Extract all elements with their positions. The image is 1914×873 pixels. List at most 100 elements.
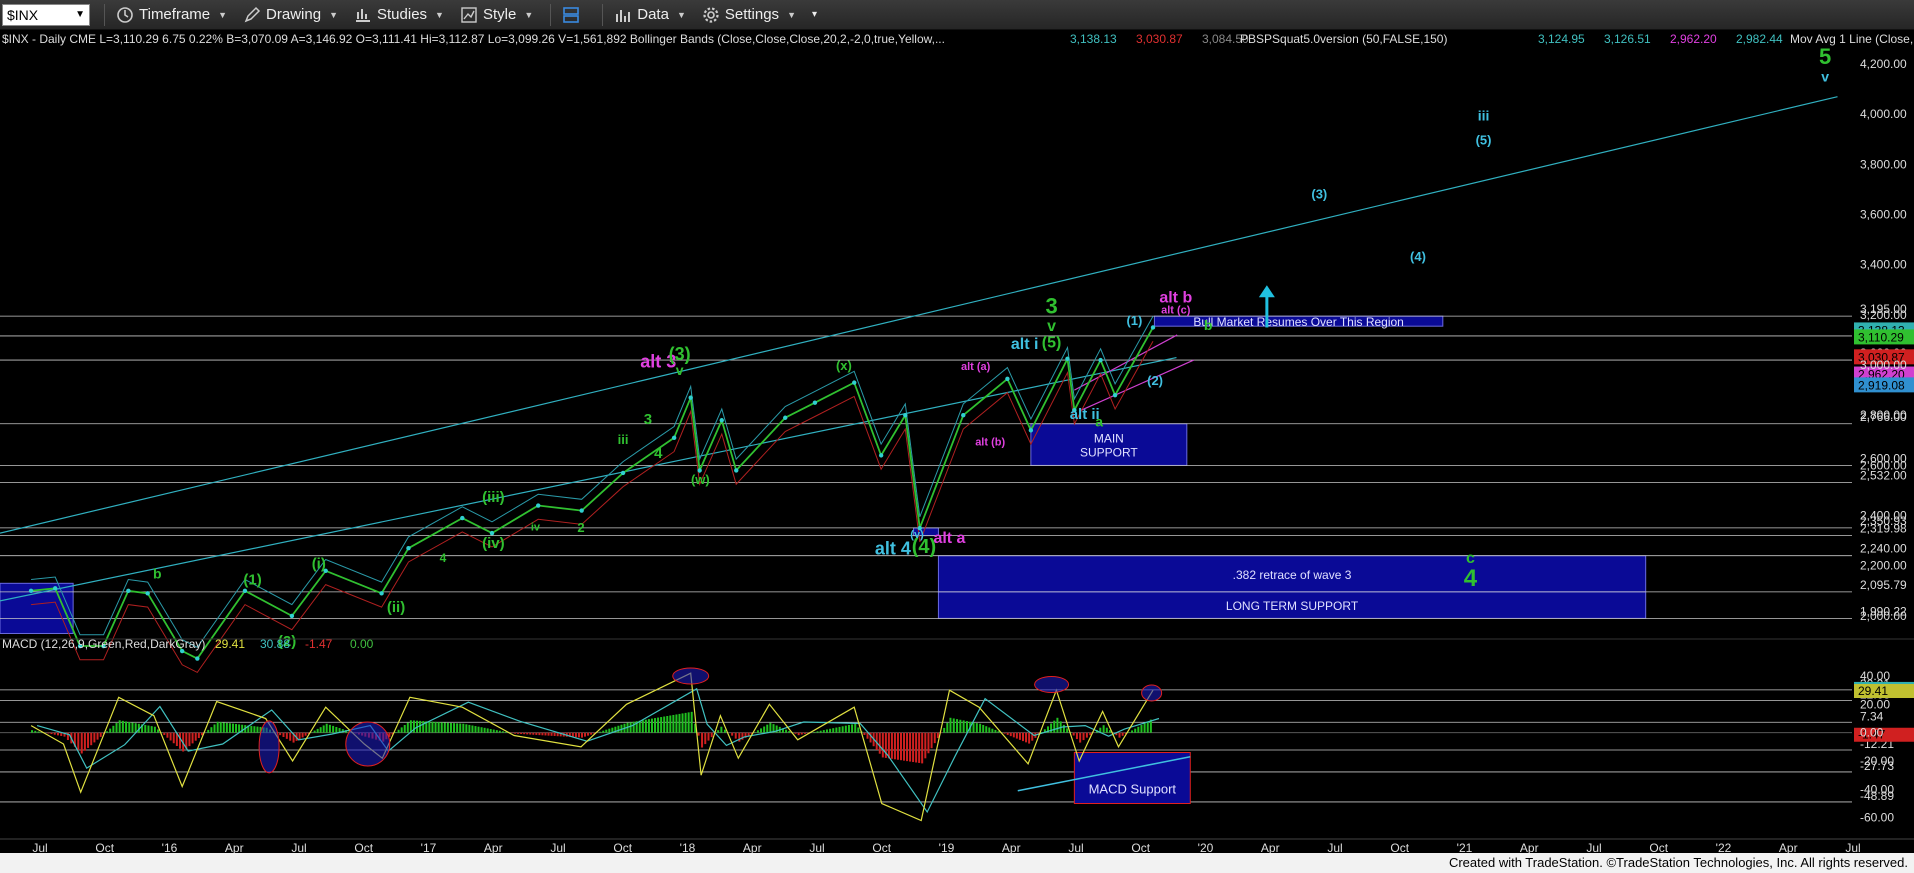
layout-button[interactable] [557, 2, 590, 28]
macd-histogram-bar [1121, 732, 1124, 736]
gear-icon [703, 6, 719, 23]
x-tick-label: Jul [1845, 841, 1860, 853]
price-point [734, 468, 739, 473]
study2-header: PBSPSquat5.0version (50,FALSE,150) [1240, 32, 1447, 46]
macd-line [30, 672, 1154, 822]
price-point [1028, 428, 1034, 433]
x-tick-label: Jul [1068, 841, 1083, 853]
macd-histogram-bar [1075, 732, 1078, 740]
wave-label: (1) [1126, 313, 1142, 328]
macd-histogram-bar [335, 726, 338, 733]
macd-histogram-bar [641, 720, 644, 733]
header-value: 3,124.95 [1538, 32, 1585, 46]
macd-histogram-bar [1102, 725, 1105, 733]
data-label: Data [637, 6, 669, 23]
macd-histogram-bar [419, 720, 422, 733]
x-tick-label: Oct [1390, 841, 1409, 853]
macd-signal-line [36, 687, 1160, 814]
macd-y-tick-label: -60.00 [1860, 811, 1894, 825]
price-chart[interactable]: Bull Market Resumes Over This Region MAIN… [0, 31, 1914, 853]
macd-histogram-bar [486, 728, 489, 733]
macd-histogram-bar [1025, 732, 1028, 743]
price-point [1112, 392, 1118, 398]
macd-histogram-bar [675, 714, 678, 733]
macd-histogram-bar [943, 727, 946, 733]
header-value: 3,126.51 [1604, 32, 1651, 46]
y-tick-label: 3,200.00 [1860, 308, 1907, 322]
macd-histogram-bar [253, 726, 256, 733]
wave-label: 4 [1464, 565, 1478, 592]
price-point [145, 591, 150, 596]
macd-histogram-bar [723, 729, 726, 733]
price-point [195, 656, 200, 661]
y-tick-label: 4,200.00 [1860, 57, 1907, 71]
price-point [1098, 357, 1103, 363]
macd-histogram-bar [574, 732, 577, 738]
macd-histogram-bar [128, 722, 131, 733]
zone-label: .382 retrace of wave 3 [1233, 568, 1352, 582]
macd-histogram-bar [835, 727, 838, 733]
study3-header: Mov Avg 1 Line (Close,... [1790, 32, 1914, 46]
macd-histogram-bar [731, 732, 734, 736]
macd-histogram-bar [1015, 732, 1018, 739]
drawing-button[interactable]: Drawing ▼ [238, 2, 343, 28]
macd-histogram-bar [1134, 728, 1137, 733]
macd-histogram-bar [1146, 721, 1149, 733]
macd-histogram-bar [927, 732, 930, 754]
macd-histogram-bar [577, 732, 580, 738]
macd-histogram-bar [406, 722, 409, 733]
more-button[interactable]: ▾ [807, 2, 822, 28]
wave-label: alt 4 [875, 538, 911, 558]
macd-histogram-bar [1131, 730, 1134, 733]
macd-histogram-bar [930, 732, 933, 749]
wave-label: 3 [1045, 294, 1057, 319]
macd-histogram-bar [819, 730, 822, 733]
macd-histogram-bar [106, 731, 109, 733]
wave-label: (5) [1042, 335, 1062, 352]
macd-histogram-bar [857, 727, 860, 733]
price-point [1065, 356, 1070, 361]
y-tick-label: 3,000.00 [1860, 358, 1907, 372]
wave-label: (2) [1147, 373, 1163, 388]
data-button[interactable]: Data ▼ [609, 2, 691, 28]
toolbar: $INX ▼ Timeframe ▼ Drawing ▼ Studies ▼ Styl… [0, 0, 1914, 30]
macd-histogram-bar [446, 722, 449, 733]
macd-histogram-bar [829, 728, 832, 733]
macd-histogram-bar [1072, 732, 1075, 736]
macd-histogram-bar [952, 718, 955, 733]
wave-label: iii [618, 432, 629, 447]
x-tick-label: Oct [1131, 841, 1150, 853]
macd-histogram-bar [228, 723, 231, 733]
macd-histogram-bar [538, 732, 541, 736]
macd-histogram-bar [707, 732, 710, 741]
bars-icon [616, 9, 631, 22]
wave-label: (iii) [482, 489, 505, 506]
macd-histogram-bar [489, 728, 492, 733]
header-value: 2,982.44 [1736, 32, 1783, 46]
macd-histogram-bar [1062, 724, 1065, 733]
macd-histogram-bar [99, 732, 102, 737]
x-tick-label: Apr [1779, 841, 1798, 853]
macd-histogram-bar [893, 732, 896, 760]
wave-label: (1) [243, 572, 261, 589]
studies-button[interactable]: Studies ▼ [349, 2, 449, 28]
symbol-input[interactable]: $INX ▼ [2, 3, 90, 26]
macd-histogram-bar [890, 732, 893, 759]
macd-circle [672, 667, 710, 685]
price-point [719, 418, 724, 423]
macd-histogram-bar [672, 714, 675, 733]
macd-histogram-bar [31, 730, 34, 733]
macd-histogram-bar [785, 729, 788, 733]
chevron-down-icon[interactable]: ▼ [75, 9, 85, 20]
wave-label: iv [531, 522, 541, 534]
zone-label: MAIN [1094, 432, 1124, 446]
settings-button[interactable]: Settings ▼ [697, 2, 801, 28]
toolbar-divider [550, 3, 552, 26]
style-button[interactable]: Style ▼ [455, 2, 538, 28]
macd-histogram-bar [1066, 728, 1069, 733]
macd-histogram-bar [915, 732, 918, 763]
x-tick-label: '20 [1198, 841, 1214, 853]
timeframe-button[interactable]: Timeframe ▼ [111, 2, 232, 28]
macd-histogram-bar [397, 729, 400, 733]
x-tick-label: '18 [680, 841, 696, 853]
